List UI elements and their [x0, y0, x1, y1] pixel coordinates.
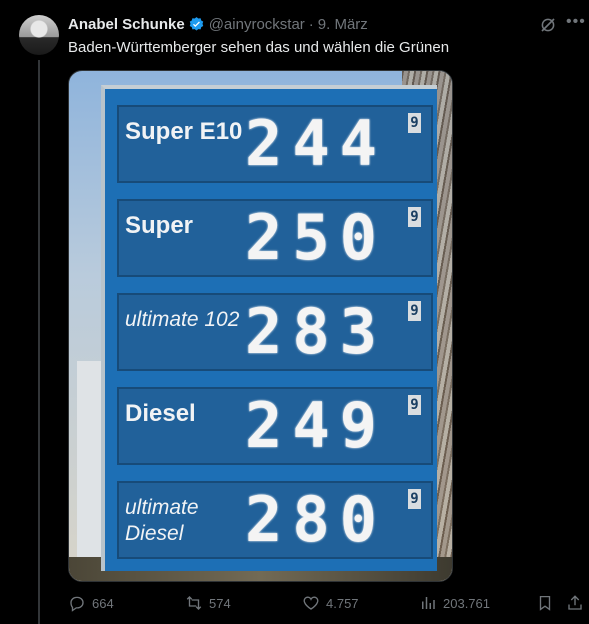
price-row: ultimate 102 283 9: [117, 293, 433, 371]
views-icon: [422, 597, 435, 609]
price-tenths: 9: [408, 113, 421, 133]
views-button[interactable]: 203.761: [419, 594, 490, 612]
tweet-header: Anabel Schunke @ainyrockstar · 9. März: [68, 16, 368, 33]
price-tenths: 9: [408, 395, 421, 415]
price-digits: 283: [245, 295, 387, 368]
thread-line: [38, 60, 40, 624]
repost-button[interactable]: 574: [185, 594, 231, 612]
repost-icon: [186, 596, 202, 610]
repost-count: 574: [209, 595, 231, 611]
verified-badge-icon: [188, 16, 205, 33]
price-digits: 244: [245, 107, 387, 180]
fuel-label: ultimate 102: [125, 308, 240, 331]
tweet-actions: 664 574 4.757 203.761: [68, 594, 584, 614]
price-row: ultimate Diesel 280 9: [117, 481, 433, 559]
bookmark-icon: [539, 595, 551, 611]
price-digits: 249: [245, 389, 387, 462]
price-digits: 250: [245, 201, 387, 274]
tweet-text: Baden-Württemberger sehen das und wählen…: [68, 39, 450, 56]
price-row: Super 250 9: [117, 199, 433, 277]
fuel-label: Super: [125, 212, 194, 239]
price-row: Diesel 249 9: [117, 387, 433, 465]
separator: ·: [308, 16, 314, 33]
tweet-image[interactable]: Super E10 244 9 Super 250 9 ultimate 102…: [68, 70, 453, 582]
reply-count: 664: [92, 595, 114, 611]
fuel-label: Super E10: [125, 118, 243, 145]
price-row: Super E10 244 9: [117, 105, 433, 183]
views-count: 203.761: [443, 595, 490, 611]
like-button[interactable]: 4.757: [302, 594, 359, 612]
price-digits: 280: [245, 483, 387, 556]
like-icon: [303, 596, 319, 610]
share-icon: [568, 595, 582, 610]
share-button[interactable]: [566, 594, 584, 612]
fuel-label: ultimate Diesel: [125, 496, 199, 545]
price-tenths: 9: [408, 207, 421, 227]
price-tenths: 9: [408, 489, 421, 509]
author-name[interactable]: Anabel Schunke: [68, 16, 185, 33]
author-handle[interactable]: @ainyrockstar: [209, 16, 305, 33]
avatar[interactable]: [19, 15, 59, 55]
fuel-label: Diesel: [125, 400, 196, 427]
reply-button[interactable]: 664: [68, 594, 114, 612]
tweet-date[interactable]: 9. März: [318, 16, 368, 33]
grok-icon[interactable]: [539, 16, 557, 34]
reply-icon: [70, 596, 84, 612]
like-count: 4.757: [326, 595, 359, 611]
price-tenths: 9: [408, 301, 421, 321]
bookmark-button[interactable]: [536, 594, 554, 612]
more-icon[interactable]: •••: [566, 14, 585, 33]
fuel-price-sign: Super E10 244 9 Super 250 9 ultimate 102…: [101, 85, 437, 571]
